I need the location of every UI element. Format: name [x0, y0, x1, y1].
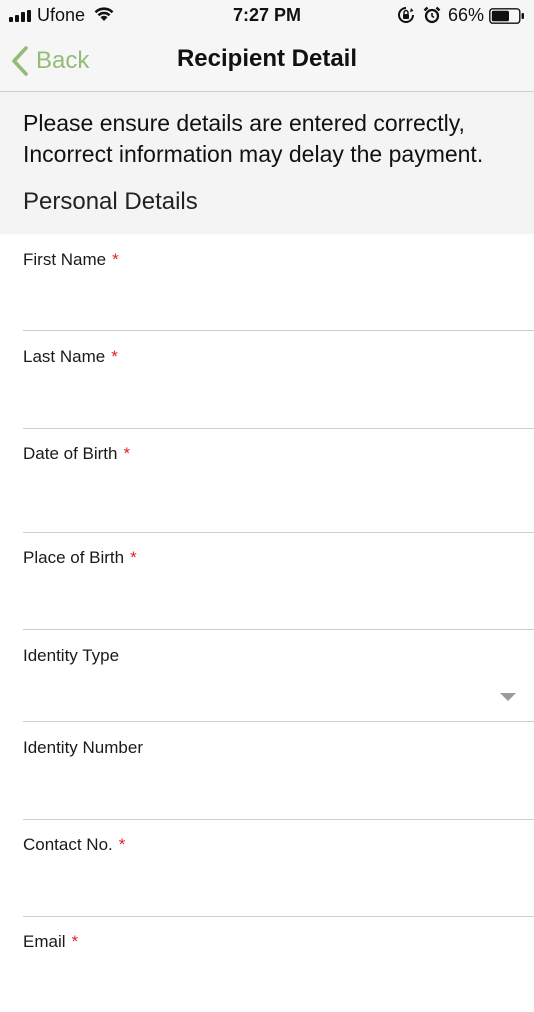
- first-name-field[interactable]: First Name *: [23, 250, 534, 331]
- field-label: Date of Birth *: [23, 444, 131, 463]
- required-marker: *: [71, 932, 79, 951]
- required-marker: *: [130, 548, 137, 567]
- date-of-birth-field[interactable]: Date of Birth *: [23, 444, 534, 533]
- field-label: Last Name *: [23, 347, 118, 366]
- email-field[interactable]: Email *: [23, 932, 534, 1012]
- back-button[interactable]: Back: [10, 42, 89, 80]
- status-bar: Ufone 7:27 PM 66%: [0, 0, 534, 30]
- date-of-birth-input[interactable]: [23, 496, 503, 526]
- identity-type-field[interactable]: Identity Type: [23, 646, 534, 722]
- identity-number-field[interactable]: Identity Number: [23, 738, 534, 820]
- required-marker: *: [111, 347, 118, 366]
- required-marker: *: [118, 835, 126, 854]
- notice-text: Please ensure details are entered correc…: [23, 110, 484, 167]
- identity-number-input[interactable]: [23, 783, 503, 813]
- rotation-lock-icon: [398, 7, 414, 23]
- contact-number-input[interactable]: [23, 880, 503, 910]
- section-title: Personal Details: [23, 188, 198, 215]
- identity-type-select[interactable]: [23, 685, 503, 715]
- chevron-left-icon: [12, 46, 28, 76]
- alarm-icon: [423, 6, 441, 24]
- battery-percentage: 66%: [448, 5, 485, 25]
- field-label: Identity Number: [23, 738, 143, 757]
- battery-icon: [489, 8, 524, 24]
- first-name-input[interactable]: [23, 294, 503, 324]
- place-of-birth-field[interactable]: Place of Birth *: [23, 548, 534, 630]
- last-name-field[interactable]: Last Name *: [23, 347, 534, 429]
- required-marker: *: [123, 444, 131, 463]
- last-name-input[interactable]: [23, 392, 503, 422]
- caret-down-icon[interactable]: [500, 693, 516, 701]
- field-label: Identity Type: [23, 646, 120, 665]
- notice-panel: Please ensure details are entered correc…: [0, 92, 534, 234]
- navigation-bar: Back Recipient Detail: [0, 30, 534, 92]
- place-of-birth-input[interactable]: [23, 593, 503, 623]
- required-marker: *: [112, 250, 119, 269]
- field-label: Contact No. *: [23, 835, 126, 854]
- field-label: Email *: [23, 932, 79, 951]
- contact-number-field[interactable]: Contact No. *: [23, 835, 534, 917]
- back-button-label: Back: [36, 47, 90, 74]
- field-label: Place of Birth *: [23, 548, 137, 567]
- field-label: First Name *: [23, 250, 119, 269]
